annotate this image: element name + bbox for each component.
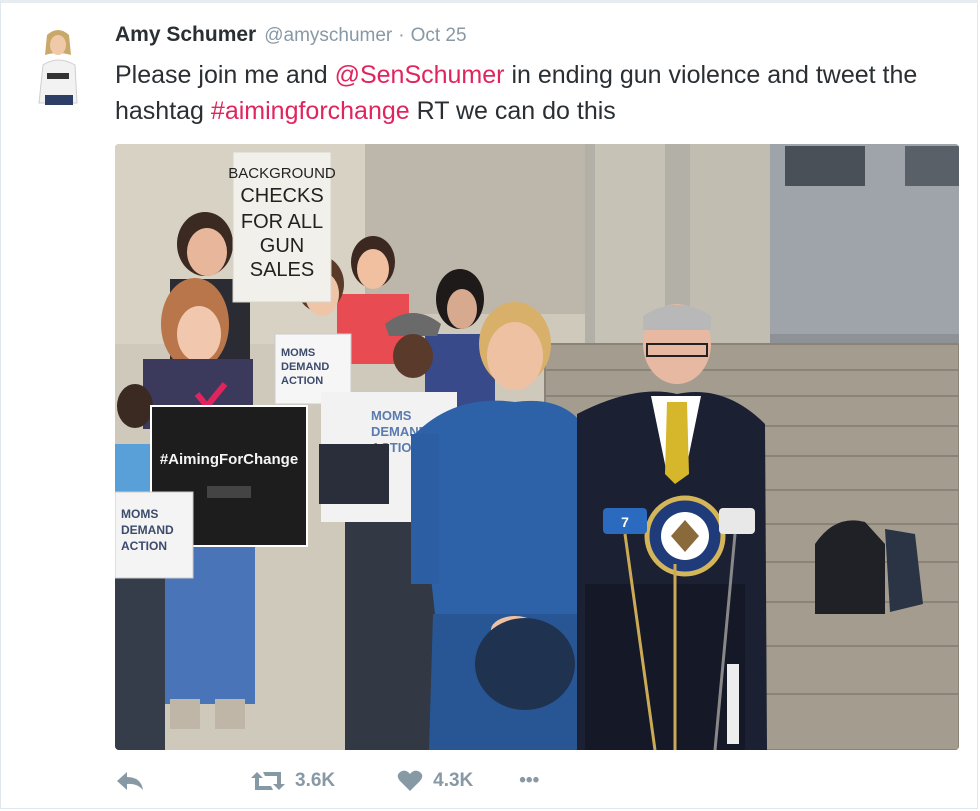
sign-bg-line: BACKGROUND [228, 165, 336, 182]
sign-bg-line: FOR ALL [241, 211, 323, 233]
sign-moms-line: DEMAND [281, 361, 329, 373]
tweet-actions: 3.6K 4.3K ••• [115, 766, 539, 796]
retweet-count: 3.6K [295, 770, 336, 791]
retweet-icon [251, 772, 285, 790]
heart-icon [397, 770, 423, 791]
tweet-header: Amy Schumer @amyschumer · Oct 25 [115, 23, 467, 53]
sign-moms-line: ACTION [281, 375, 323, 387]
rally-photo: BACKGROUND CHECKS FOR ALL GUN SALES MOMS… [115, 144, 959, 750]
tweet-text-part: RT we can do this [409, 97, 616, 125]
like-button[interactable]: 4.3K [397, 770, 473, 792]
sign-moms-line: MOMS [121, 507, 158, 521]
avatar-image [29, 25, 87, 109]
svg-text:7: 7 [621, 514, 629, 530]
author-handle[interactable]: @amyschumer [264, 25, 392, 47]
tweet-timestamp[interactable]: Oct 25 [411, 25, 467, 47]
shirt-line: MOMS [371, 408, 412, 423]
tweet-text-part: Please join me and [115, 61, 335, 89]
more-button[interactable]: ••• [519, 770, 539, 792]
tweet-text: Please join me and @SenSchumer in ending… [115, 57, 965, 129]
hashtag-link[interactable]: #aimingforchange [211, 97, 410, 125]
reply-icon [117, 772, 143, 790]
reply-button[interactable] [115, 770, 145, 792]
sign-moms-line: DEMAND [121, 523, 174, 537]
author-name[interactable]: Amy Schumer [115, 23, 256, 47]
sign-bg-line: GUN [260, 235, 304, 257]
sign-moms-line: ACTION [121, 539, 167, 553]
like-count: 4.3K [433, 770, 474, 791]
tweet-card[interactable]: Amy Schumer @amyschumer · Oct 25 Please … [0, 0, 978, 809]
tweet-photo[interactable]: BACKGROUND CHECKS FOR ALL GUN SALES MOMS… [115, 144, 959, 750]
sign-moms-line: MOMS [281, 347, 315, 359]
retweet-button[interactable]: 3.6K [251, 770, 335, 792]
sign-bg-line: SALES [250, 259, 314, 281]
separator-dot: · [398, 25, 405, 46]
sign-bg-line: CHECKS [240, 185, 323, 207]
more-icon: ••• [519, 770, 540, 791]
avatar[interactable] [29, 25, 87, 109]
mention-link[interactable]: @SenSchumer [335, 61, 505, 89]
sign-aiming: #AimingForChange [160, 451, 298, 468]
